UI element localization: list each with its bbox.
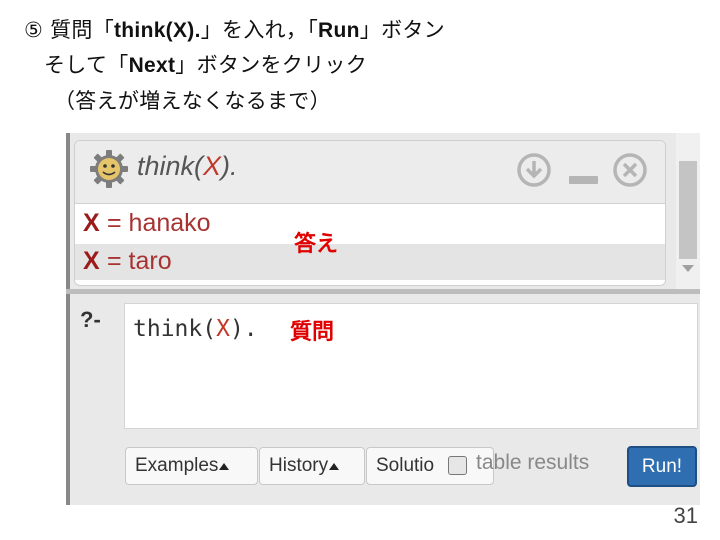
answer-value: = hanako [107,209,211,237]
answer-annotation: 答え [294,232,339,257]
run-word-text: Run [318,19,360,42]
close-circle-icon[interactable] [611,151,649,193]
query-title-var: X [203,151,222,181]
query-input[interactable]: think(X). [124,303,698,429]
examples-button[interactable]: Examples [125,447,258,485]
next-word-text: Next [128,54,176,77]
query-post: ). [229,316,258,342]
answer-value: = taro [107,247,172,275]
answer-row: X = taro [75,244,665,280]
title-end-text: 」ボタン [359,18,445,42]
scroll-down-arrow-icon[interactable] [682,265,694,272]
answer-query-title: think(X). [137,151,238,182]
slide-title-line-3: （答えが増えなくなるまで） [54,89,331,113]
answer-panel: think(X). X = hanako X = taro [74,140,666,286]
scrollbar-thumb[interactable] [679,161,697,259]
query-title-post: ). [221,151,238,181]
slide-title-line-2: そして「Next」ボタンをクリック [44,49,367,79]
solutions-label: Solutio [376,455,435,476]
solutions-button[interactable]: Solutio [366,447,494,485]
run-button[interactable]: Run! [627,446,697,487]
answer-variable: X [83,209,100,237]
title-line2-pre: そして「 [44,53,129,77]
answer-row: X = hanako [75,206,665,242]
question-annotation: 質問 [290,320,335,345]
title-line2-post: 」ボタンをクリック [175,53,367,77]
answer-scrollbar[interactable] [676,133,700,289]
table-results-checkbox[interactable] [448,456,467,475]
query-title-pre: think( [137,151,204,181]
step-number-text: ⑤ 質問「 [24,18,115,42]
caret-up-icon [329,463,340,470]
history-button[interactable]: History [259,447,365,485]
gear-face-icon [89,149,129,193]
slide-title-line-1: ⑤ 質問「think(X).」を入れ，「Run」ボタン [24,14,445,44]
download-circle-icon[interactable] [515,151,553,193]
query-var: X [216,316,230,342]
answer-variable: X [83,247,100,275]
minimize-icon[interactable] [569,171,599,190]
query-prompt: ?- [80,307,101,332]
table-results-label: table results [476,451,590,474]
title-mid-text: 」を入れ，「 [200,18,319,42]
caret-up-icon [219,463,230,470]
page-number: 31 [673,503,698,528]
examples-label: Examples [135,455,219,476]
pane-divider[interactable] [66,289,700,294]
query-code-text: think(X). [114,19,201,42]
query-pre: think( [133,316,217,342]
history-label: History [269,455,329,476]
query-text[interactable]: think(X). [133,316,258,342]
answer-header: think(X). [75,141,665,204]
frame-left-border [66,133,70,505]
